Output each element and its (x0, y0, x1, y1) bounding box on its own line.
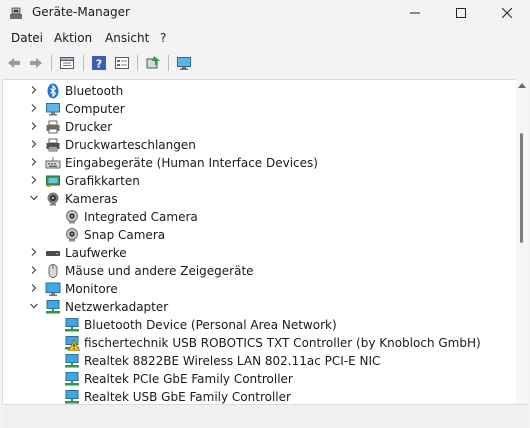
tree-device-label: fischertechnik USB ROBOTICS TXT Controll… (84, 336, 481, 350)
tree-category-label: Druckwarteschlangen (65, 138, 196, 152)
webcam-icon (66, 210, 78, 224)
tree-category-label: Computer (65, 102, 125, 116)
close-icon (502, 8, 512, 18)
computer-icon (46, 103, 60, 116)
maximize-icon (456, 8, 466, 18)
camera-icon (47, 192, 59, 206)
tree-category[interactable]: Kameras (3, 190, 517, 208)
chevron-right-icon[interactable] (29, 265, 39, 275)
network-adapter-icon (65, 372, 79, 386)
tree-category[interactable]: Drucker (3, 118, 517, 136)
menu-bar: Datei Aktion Ansicht ? (0, 28, 530, 48)
chevron-right-icon[interactable] (29, 175, 39, 185)
close-button[interactable] (484, 0, 530, 26)
tree-device-label: Snap Camera (84, 228, 166, 242)
tree-category[interactable]: Grafikkarten (3, 172, 517, 190)
back-icon[interactable] (6, 55, 22, 71)
scrollbar-thumb[interactable] (520, 133, 523, 243)
toolbar: ? (0, 50, 530, 77)
tree-device-label: Integrated Camera (84, 210, 198, 224)
tree-category[interactable]: Eingabegeräte (Human Interface Devices) (3, 154, 517, 172)
tree-category[interactable]: Computer (3, 100, 517, 118)
minimize-button[interactable] (392, 0, 438, 26)
tree-device-label: Realtek 8822BE Wireless LAN 802.11ac PCI… (84, 354, 381, 368)
device-manager-icon (10, 7, 22, 19)
chevron-down-icon[interactable] (29, 193, 39, 203)
toolbar-separator (51, 55, 52, 71)
network-adapter-warning-icon (65, 336, 80, 351)
chevron-right-icon[interactable] (29, 139, 39, 149)
hid-icon (45, 157, 61, 169)
chevron-down-icon[interactable] (29, 301, 39, 311)
toolbar-separator (137, 55, 138, 71)
update-driver-icon[interactable] (145, 55, 161, 71)
list-view-icon[interactable] (114, 55, 130, 71)
network-adapter-icon (65, 318, 79, 332)
tree-category[interactable]: Mäuse und andere Zeigegeräte (3, 262, 517, 280)
print-queue-icon (46, 138, 60, 152)
tree-device-label: Realtek USB GbE Family Controller (84, 390, 291, 404)
tree-device[interactable]: Realtek PCIe GbE Family Controller (3, 370, 517, 388)
vertical-scrollbar[interactable] (516, 79, 528, 403)
tree-device[interactable]: Bluetooth Device (Personal Area Network) (3, 316, 517, 334)
tree-category-label: Kameras (65, 192, 118, 206)
tree-device[interactable]: Realtek 8822BE Wireless LAN 802.11ac PCI… (3, 352, 517, 370)
tree-category-label: Mäuse und andere Zeigegeräte (65, 264, 254, 278)
forward-icon[interactable] (28, 55, 44, 71)
chevron-right-icon[interactable] (29, 283, 39, 293)
svg-text:?: ? (96, 58, 102, 71)
mouse-icon (48, 264, 58, 278)
webcam-icon (66, 228, 78, 242)
scan-hardware-icon[interactable] (176, 55, 192, 71)
menu-ansicht[interactable]: Ansicht (105, 31, 149, 45)
minimize-icon (410, 12, 420, 14)
tree-category[interactable]: Laufwerke (3, 244, 517, 262)
tree-device[interactable]: Realtek USB GbE Family Controller (3, 388, 517, 404)
tree-category[interactable]: Bluetooth (3, 82, 517, 100)
bluetooth-icon (47, 83, 59, 99)
monitor-icon (45, 282, 61, 296)
title-bar: Geräte-Manager (0, 0, 530, 26)
tree-category-label: Drucker (65, 120, 113, 134)
toolbar-separator (168, 55, 169, 71)
tree-device[interactable]: Integrated Camera (3, 208, 517, 226)
chevron-right-icon[interactable] (29, 85, 39, 95)
properties-view-icon[interactable] (59, 55, 75, 71)
menu-datei[interactable]: Datei (11, 31, 43, 45)
chevron-right-icon[interactable] (29, 103, 39, 113)
tree-device-label: Realtek PCIe GbE Family Controller (84, 372, 293, 386)
tree-category[interactable]: Monitore (3, 280, 517, 298)
toolbar-separator (83, 55, 84, 71)
drive-icon (46, 251, 60, 256)
chevron-right-icon[interactable] (29, 157, 39, 167)
printer-icon (46, 120, 60, 134)
network-adapter-icon (46, 300, 60, 314)
chevron-right-icon[interactable] (29, 247, 39, 257)
tree-category-label: Laufwerke (65, 246, 127, 260)
horizontal-scrollbar[interactable] (2, 404, 528, 428)
tree-category-label: Grafikkarten (65, 174, 140, 188)
tree-category-label: Netzwerkadapter (65, 300, 169, 314)
menu-aktion[interactable]: Aktion (54, 31, 92, 45)
display-adapter-icon (46, 175, 60, 187)
tree-category-label: Monitore (65, 282, 118, 296)
tree-category[interactable]: Netzwerkadapter (3, 298, 517, 316)
help-icon[interactable]: ? (91, 55, 107, 71)
chevron-right-icon[interactable] (29, 121, 39, 131)
network-adapter-icon (65, 390, 79, 404)
menu-help[interactable]: ? (160, 31, 166, 45)
tree-category[interactable]: Druckwarteschlangen (3, 136, 517, 154)
tree-device[interactable]: fischertechnik USB ROBOTICS TXT Controll… (3, 334, 517, 352)
network-adapter-icon (65, 354, 79, 368)
tree-device-label: Bluetooth Device (Personal Area Network) (84, 318, 337, 332)
maximize-button[interactable] (438, 0, 484, 26)
tree-device[interactable]: Snap Camera (3, 226, 517, 244)
device-tree[interactable]: Bluetooth Computer Drucker Druckwarteschlan… (2, 79, 518, 405)
scroll-up-icon[interactable] (518, 82, 526, 88)
window-title: Geräte-Manager (32, 5, 130, 19)
tree-category-label: Eingabegeräte (Human Interface Devices) (65, 156, 318, 170)
tree-category-label: Bluetooth (65, 84, 124, 98)
